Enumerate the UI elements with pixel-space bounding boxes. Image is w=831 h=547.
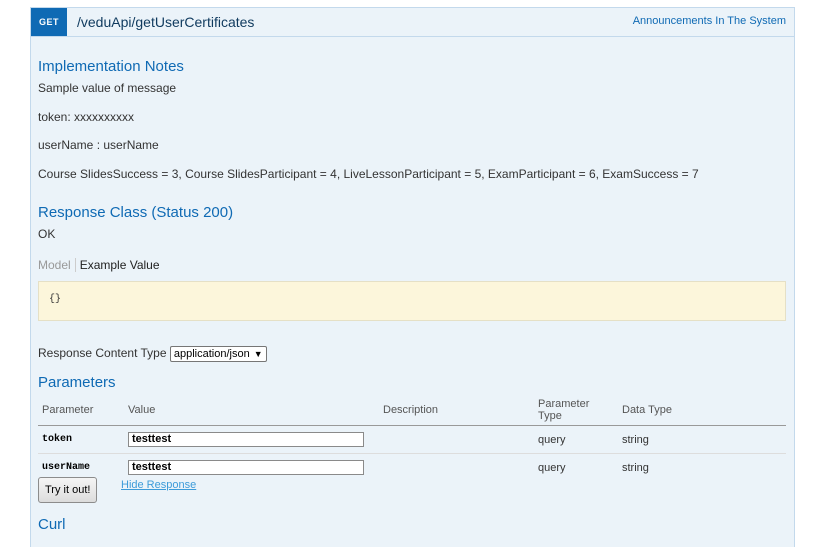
tab-example-value[interactable]: Example Value [76,258,160,272]
chevron-down-icon: ▼ [253,349,263,359]
content-type-selected: application/json [173,348,250,360]
operation-path[interactable]: /veduApi/getUserCertificates [77,14,254,30]
table-header-row: Parameter Value Description Parameter Ty… [38,396,786,426]
operation-header[interactable]: GET /veduApi/getUserCertificates Announc… [31,8,794,37]
param-value-cell [124,454,379,482]
parameters-heading: Parameters [38,374,116,391]
operation-tag-link[interactable]: Announcements In The System [633,15,786,27]
response-content-type-label: Response Content Type [38,346,167,361]
param-description [379,454,534,482]
implementation-notes-heading: Implementation Notes [38,58,184,75]
param-value-cell [124,425,379,454]
column-header: Description [379,396,534,426]
note-line: Course SlidesSuccess = 3, Course SlidesP… [38,167,699,181]
param-name: token [38,425,124,454]
username-input[interactable] [128,460,364,475]
curl-heading: Curl [38,516,66,533]
response-content-type-row: Response Content Type application/json ▼ [38,346,267,362]
note-line: userName : userName [38,138,159,152]
param-type: query [534,425,618,454]
token-input[interactable] [128,432,364,447]
response-class-heading: Response Class (Status 200) [38,204,234,221]
param-data-type: string [618,425,786,454]
column-header: Parameter Type [534,396,618,426]
operation-panel: GET /veduApi/getUserCertificates Announc… [30,7,795,547]
parameters-table: Parameter Value Description Parameter Ty… [38,396,786,481]
note-line: token: xxxxxxxxxx [38,110,135,124]
table-row: token query string [38,425,786,454]
signature-tabs: Model Example Value [38,258,160,272]
tab-model[interactable]: Model [38,258,76,272]
param-description [379,425,534,454]
column-header: Parameter [38,396,124,426]
try-it-out-button[interactable]: Try it out! [38,477,98,503]
table-row: userName query string [38,454,786,482]
content-type-select[interactable]: application/json ▼ [169,346,267,362]
column-header: Value [124,396,379,426]
param-data-type: string [622,461,649,474]
http-method-badge[interactable]: GET [31,8,67,36]
param-type: query [538,461,566,474]
response-status-text: OK [38,227,56,241]
note-line: Sample value of message [38,81,177,95]
column-header: Data Type [618,396,786,426]
example-value-snippet[interactable]: {} [38,281,786,321]
hide-response-link[interactable]: Hide Response [121,479,196,491]
